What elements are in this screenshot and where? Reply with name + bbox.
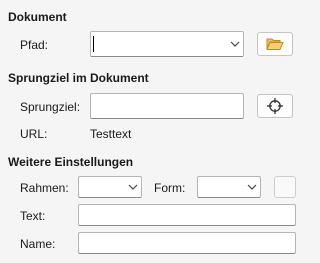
pfad-combobox[interactable]: [90, 31, 244, 57]
name-input[interactable]: [78, 232, 296, 254]
event-options-button[interactable]: [274, 176, 296, 198]
section-title-sprungziel: Sprungziel im Dokument: [8, 71, 149, 85]
rahmen-label: Rahmen:: [20, 181, 69, 195]
text-input[interactable]: [78, 204, 296, 226]
pfad-dropdown-button[interactable]: [226, 32, 243, 56]
target-browse-button[interactable]: [257, 94, 293, 118]
rahmen-select[interactable]: [78, 176, 142, 198]
crosshair-target-icon: [267, 98, 283, 114]
sprungziel-label: Sprungziel:: [20, 100, 81, 114]
name-label: Name:: [20, 237, 56, 251]
pfad-label: Pfad:: [20, 38, 49, 52]
sprungziel-input[interactable]: [90, 93, 244, 119]
url-value: Testtext: [90, 127, 132, 141]
chevron-down-icon: [247, 184, 256, 190]
chevron-down-icon: [230, 41, 239, 47]
form-select[interactable]: [197, 176, 261, 198]
folder-open-icon: [266, 38, 284, 50]
form-label: Form:: [154, 181, 186, 195]
section-title-dokument: Dokument: [8, 10, 67, 24]
text-caret: [93, 36, 94, 52]
chevron-down-icon: [128, 184, 137, 190]
open-file-button[interactable]: [257, 32, 293, 56]
form-dropdown-button[interactable]: [243, 177, 260, 197]
text-label: Text:: [20, 209, 46, 223]
rahmen-dropdown-button[interactable]: [124, 177, 141, 197]
url-label: URL:: [20, 127, 48, 141]
section-title-weitere-einstellungen: Weitere Einstellungen: [8, 155, 134, 169]
